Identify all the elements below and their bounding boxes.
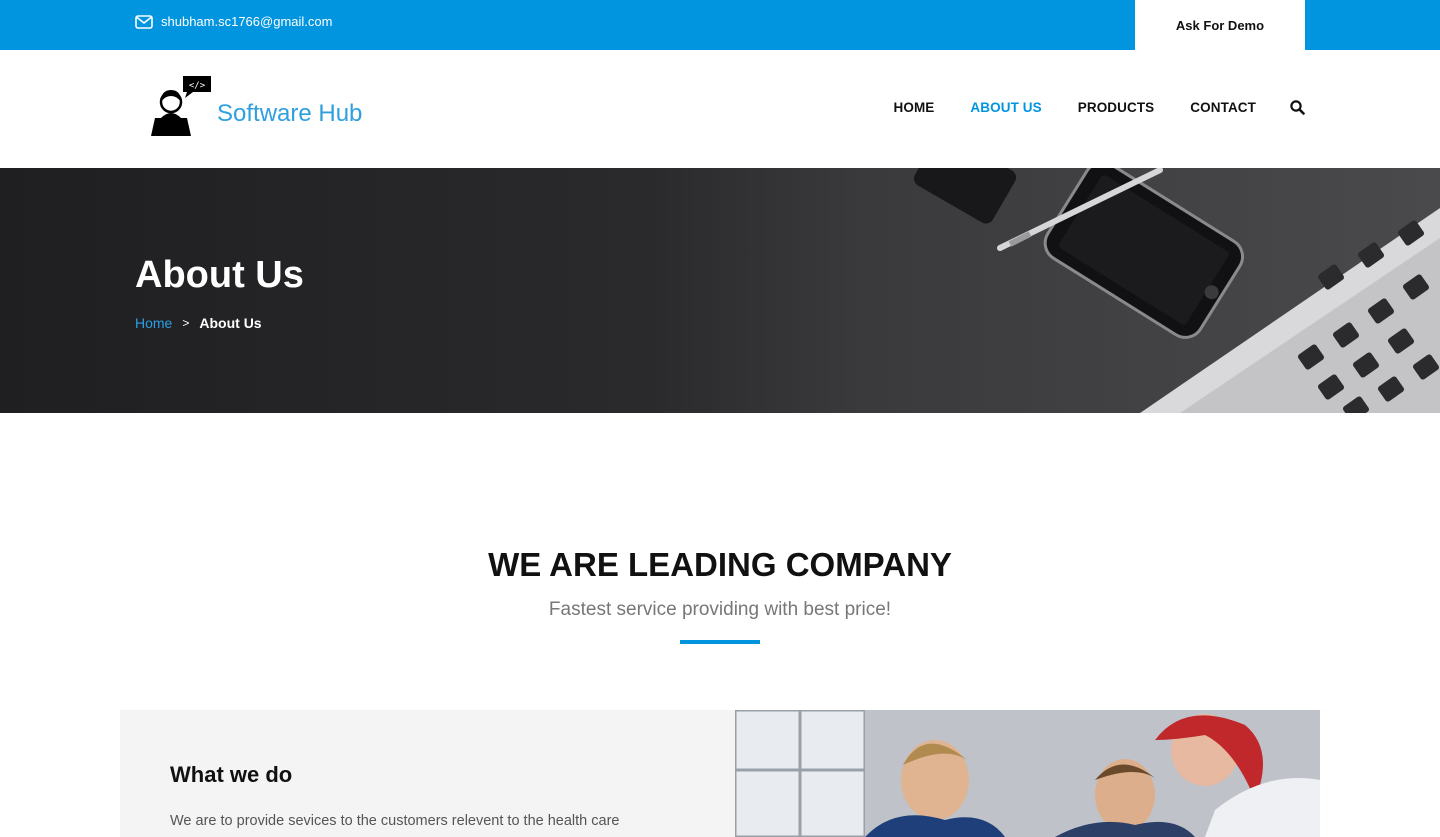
email-text: shubham.sc1766@gmail.com — [161, 14, 333, 29]
nav-item-about-us[interactable]: ABOUT US — [970, 100, 1041, 115]
what-we-do-title: What we do — [170, 762, 293, 787]
main-header: </> Software Hub HOME ABOUT US PRODUCTS … — [0, 50, 1440, 168]
envelope-icon — [135, 14, 153, 29]
breadcrumb-separator: > — [182, 316, 190, 330]
nav-item-products[interactable]: PRODUCTS — [1078, 100, 1155, 115]
page-title: About Us — [135, 254, 304, 296]
team-photo — [735, 710, 1320, 837]
section-subtitle: Fastest service providing with best pric… — [548, 599, 892, 620]
svg-text:</>: </> — [189, 81, 206, 91]
brand-name: Software Hub — [217, 100, 363, 127]
nav-item-home[interactable]: HOME — [894, 100, 935, 115]
what-we-do-text: We are to provide sevices to the custome… — [170, 813, 620, 829]
desk-image — [913, 168, 1440, 413]
page-hero-banner: About Us Home > About Us — [0, 168, 1440, 413]
contact-email[interactable]: shubham.sc1766@gmail.com — [135, 14, 332, 29]
breadcrumb-home-link[interactable]: Home — [135, 315, 172, 331]
search-button[interactable] — [1290, 100, 1305, 115]
top-bar: shubham.sc1766@gmail.com Ask For Demo — [0, 0, 1440, 50]
ask-for-demo-button[interactable]: Ask For Demo — [1135, 0, 1305, 50]
section-title: WE ARE LEADING COMPANY — [488, 546, 952, 583]
what-we-do-panel: What we do We are to provide sevices to … — [120, 710, 735, 837]
breadcrumb: Home > About Us — [135, 315, 262, 331]
search-icon — [1290, 100, 1305, 115]
team-photo-illustration — [735, 710, 1320, 837]
breadcrumb-current: About Us — [199, 315, 262, 331]
section-divider — [680, 640, 760, 644]
nav-item-contact[interactable]: CONTACT — [1190, 100, 1256, 115]
site-logo[interactable]: </> Software Hub — [147, 74, 362, 138]
main-nav: HOME ABOUT US PRODUCTS CONTACT — [858, 100, 1305, 115]
developer-avatar-icon: </> — [151, 76, 211, 136]
